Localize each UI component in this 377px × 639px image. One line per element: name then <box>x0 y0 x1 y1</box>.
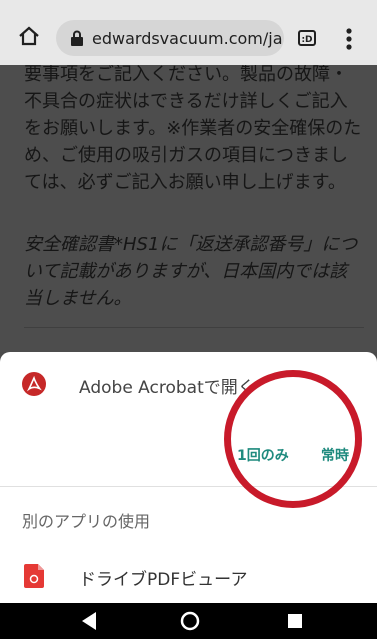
open-with-acrobat-label[interactable]: Adobe Acrobatで開く <box>79 373 255 398</box>
drive-pdf-viewer-option[interactable]: ドライブPDFビューア <box>79 565 247 590</box>
system-nav-bar <box>0 603 377 639</box>
browser-toolbar: edwardsvacuum.com/ja :D <box>0 0 377 65</box>
open-with-sheet: Adobe Acrobatで開く 1回のみ 常時 別のアプリの使用 ドライブPD… <box>0 352 377 603</box>
pdf-file-icon <box>24 564 44 588</box>
just-once-button[interactable]: 1回のみ <box>237 445 289 465</box>
tabs-icon[interactable]: :D <box>298 30 316 46</box>
paragraph-safety-note: 安全確認書*HS1に「返送承認番号」について記載がありますが、日本国内では該当し… <box>24 234 358 309</box>
more-vert-icon[interactable] <box>346 28 352 50</box>
other-apps-heading: 別のアプリの使用 <box>22 512 151 531</box>
page-content: 要事項をご記入ください。製品の故障・不具合の症状はできるだけ詳しくご記入をお願い… <box>0 65 377 352</box>
acrobat-icon <box>22 372 46 396</box>
sheet-divider <box>0 486 377 487</box>
content-divider <box>24 327 364 328</box>
paragraph-instructions: 要事項をご記入ください。製品の故障・不具合の症状はできるだけ詳しくご記入をお願い… <box>24 65 362 193</box>
always-button[interactable]: 常時 <box>321 445 349 465</box>
recent-apps-icon[interactable] <box>288 614 302 628</box>
nav-home-icon[interactable] <box>180 611 200 631</box>
url-text: edwardsvacuum.com/ja <box>92 28 282 48</box>
back-icon[interactable] <box>80 611 98 631</box>
lock-icon <box>71 30 83 46</box>
home-icon[interactable] <box>18 26 40 46</box>
address-bar[interactable]: edwardsvacuum.com/ja <box>56 20 284 56</box>
